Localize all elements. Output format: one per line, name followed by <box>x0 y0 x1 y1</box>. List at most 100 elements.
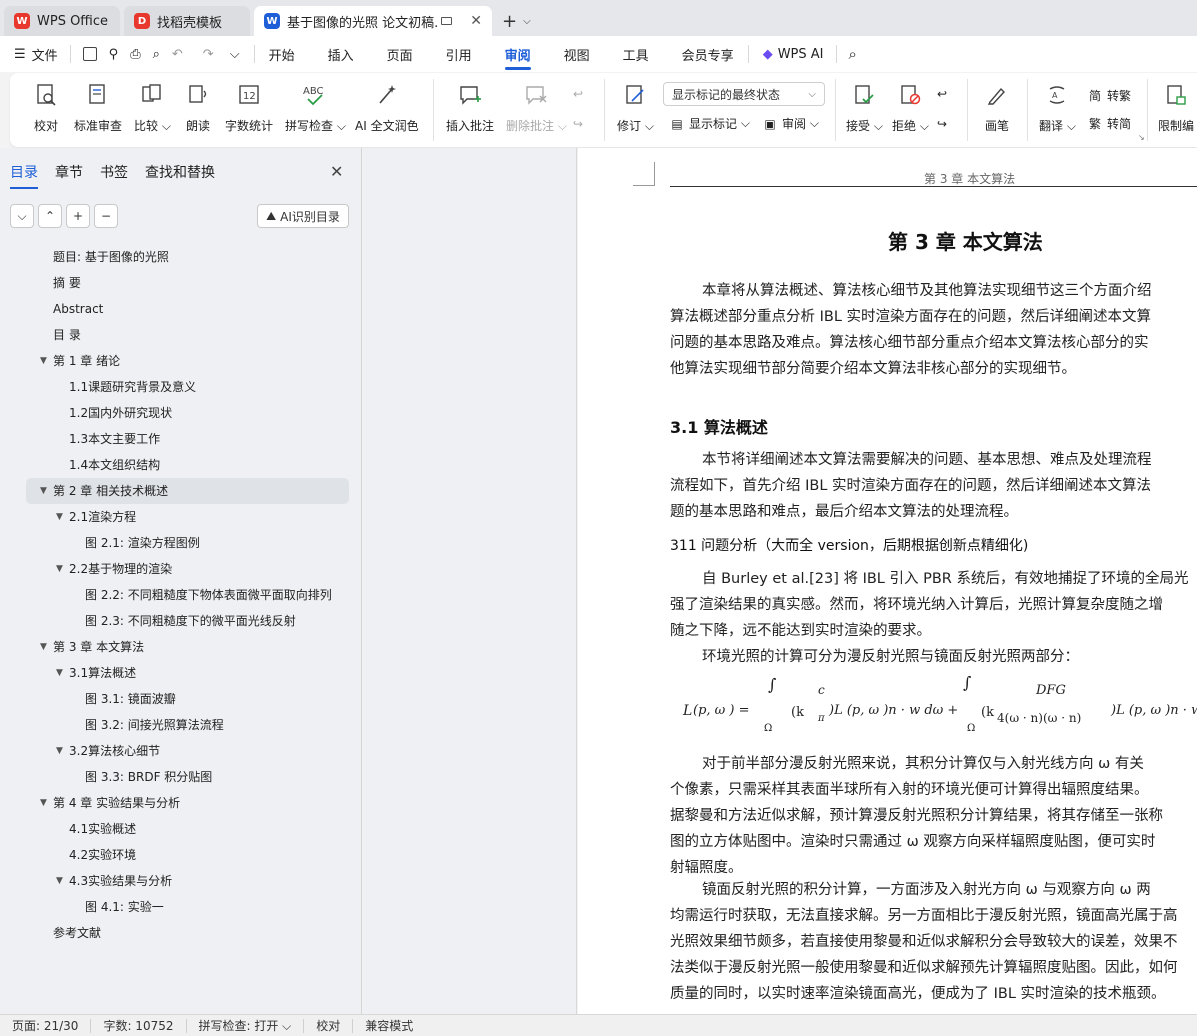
toc-item[interactable]: ▼ 第 1 章 绪论 <box>0 348 362 374</box>
previous-comment-icon[interactable]: ↩ <box>573 87 583 101</box>
proofread-status[interactable]: 校对 <box>304 1018 354 1033</box>
toc-item[interactable]: 图 3.1: 镜面波瓣 <box>0 686 362 712</box>
review-pane-button[interactable]: ▣ 审阅 ⌵ <box>762 115 819 132</box>
toc-item[interactable]: 目 录 <box>0 322 362 348</box>
standard-review-button[interactable]: 标准审查 <box>74 81 122 134</box>
tab-wps-office[interactable]: W WPS Office <box>4 6 120 36</box>
menu-page[interactable]: 页面 <box>387 36 413 72</box>
close-pane-icon[interactable]: ✕ <box>330 162 343 181</box>
document-page[interactable]: 第 3 章 本文算法 第 3 章 本文算法 本章将从算法概述、算法核心细节及其他… <box>578 148 1197 1014</box>
toc-item[interactable]: ▼ 3.1算法概述 <box>0 660 362 686</box>
show-markup-button[interactable]: ▤ 显示标记 ⌵ <box>669 115 750 132</box>
tab-current-document[interactable]: W 基于图像的光照 论文初稿.do ✕ <box>254 6 492 36</box>
menu-member[interactable]: 会员专享 <box>682 36 734 72</box>
save-icon[interactable] <box>82 36 97 72</box>
expand-arrow-icon[interactable]: ▼ <box>40 478 47 504</box>
expand-arrow-icon[interactable]: ▼ <box>56 660 63 686</box>
toc-item[interactable]: 1.4本文组织结构 <box>0 452 362 478</box>
read-aloud-button[interactable]: 朗读 <box>185 81 211 134</box>
expand-arrow-icon[interactable]: ▼ <box>56 556 63 582</box>
toc-item[interactable]: ▼ 2.1渲染方程 <box>0 504 362 530</box>
toc-item[interactable]: 图 3.3: BRDF 积分贴图 <box>0 764 362 790</box>
previous-change-icon[interactable]: ↩ <box>937 87 947 101</box>
ai-polish-button[interactable]: AI 全文润色 <box>355 81 419 134</box>
to-traditional-button[interactable]: 简 转繁 <box>1087 87 1131 104</box>
toc-item[interactable]: ▼ 第 2 章 相关技术概述 <box>26 478 349 504</box>
expand-arrow-icon[interactable]: ▼ <box>40 790 47 816</box>
expand-arrow-icon[interactable]: ▼ <box>40 634 47 660</box>
menu-wps-ai[interactable]: ◆ WPS AI <box>763 36 824 72</box>
tab-docer-templates[interactable]: D 找稻壳模板 <box>124 6 250 36</box>
insert-comment-button[interactable]: 插入批注 <box>446 81 494 134</box>
markup-display-select[interactable]: 显示标记的最终状态 ⌵ <box>663 82 825 106</box>
close-tab-icon[interactable]: ✕ <box>470 13 482 29</box>
new-tab-button[interactable]: + ⌵ <box>502 6 531 36</box>
toc-item[interactable]: 题目: 基于图像的光照 <box>0 244 362 270</box>
word-count-button[interactable]: 12 字数统计 <box>225 81 273 134</box>
expand-arrow-icon[interactable]: ▼ <box>40 348 47 374</box>
pen-button[interactable]: 画笔 <box>984 81 1010 134</box>
track-changes-button[interactable]: 修订 ⌵ <box>617 81 654 134</box>
expand-arrow-icon[interactable]: ▼ <box>56 738 63 764</box>
toc-item[interactable]: ▼ 第 3 章 本文算法 <box>0 634 362 660</box>
toc-item[interactable]: 1.3本文主要工作 <box>0 426 362 452</box>
redo-icon[interactable]: ↷ <box>203 36 214 72</box>
delete-comment-button[interactable]: 删除批注 ⌵ <box>506 81 567 134</box>
proofread-button[interactable]: 校对 <box>33 81 59 134</box>
tab-bookmarks[interactable]: 书签 <box>100 162 128 182</box>
toc-item[interactable]: 图 3.2: 间接光照算法流程 <box>0 712 362 738</box>
compare-button[interactable]: 比较 ⌵ <box>134 81 171 134</box>
ai-toc-button[interactable]: ⛰ AI识别目录 <box>257 204 349 228</box>
expand-up-button[interactable]: ⌃ <box>38 204 62 228</box>
share-icon[interactable]: ⚲ <box>109 36 119 72</box>
toc-item[interactable]: 图 4.1: 实验一 <box>0 894 362 920</box>
chevron-down-icon[interactable]: ⌵ <box>523 16 531 27</box>
menu-insert[interactable]: 插入 <box>328 36 354 72</box>
collapse-all-button[interactable]: ⌵ <box>10 204 34 228</box>
toc-item[interactable]: ▼ 第 4 章 实验结果与分析 <box>0 790 362 816</box>
reject-button[interactable]: 拒绝 ⌵ <box>892 81 929 134</box>
toc-item[interactable]: ▼ 2.2基于物理的渲染 <box>0 556 362 582</box>
more-chevron-icon[interactable]: ⌵ <box>230 36 240 72</box>
spell-check-button[interactable]: ABC 拼写检查 ⌵ <box>285 81 346 134</box>
toc-item[interactable]: 1.2国内外研究现状 <box>0 400 362 426</box>
toc-item[interactable]: 图 2.2: 不同粗糙度下物体表面微平面取向排列 <box>0 582 362 608</box>
toc-item[interactable]: 参考文献 <box>0 920 362 946</box>
expand-arrow-icon[interactable]: ▼ <box>56 504 63 530</box>
word-count-indicator[interactable]: 字数: 10752 <box>91 1018 187 1033</box>
toc-item[interactable]: 摘 要 <box>0 270 362 296</box>
undo-icon[interactable]: ↶ <box>172 36 183 72</box>
toc-item[interactable]: Abstract <box>0 296 362 322</box>
toc-item[interactable]: ▼ 4.3实验结果与分析 <box>0 868 362 894</box>
menu-tools[interactable]: 工具 <box>623 36 649 72</box>
toc-item[interactable]: 4.2实验环境 <box>0 842 362 868</box>
tab-find-replace[interactable]: 查找和替换 <box>145 162 215 182</box>
next-comment-icon[interactable]: ↪ <box>573 117 583 131</box>
expand-arrow-icon[interactable]: ▼ <box>56 868 63 894</box>
toc-item[interactable]: 图 2.3: 不同粗糙度下的微平面光线反射 <box>0 608 362 634</box>
menu-references[interactable]: 引用 <box>446 36 472 72</box>
menu-home[interactable]: 开始 <box>269 36 295 72</box>
toc-item[interactable]: ▼ 3.2算法核心细节 <box>0 738 362 764</box>
tab-sections[interactable]: 章节 <box>55 162 83 182</box>
translate-button[interactable]: A 翻译 ⌵ <box>1039 81 1076 134</box>
to-simplified-button[interactable]: 繁 转简 <box>1087 115 1131 132</box>
menu-file[interactable]: 文件 <box>32 36 58 72</box>
menu-review[interactable]: 审阅 <box>504 36 531 72</box>
expand-group-icon[interactable]: ↘ <box>1138 133 1145 142</box>
hamburger-menu-icon[interactable]: ☰ <box>14 36 26 72</box>
remove-heading-button[interactable]: − <box>94 204 118 228</box>
add-heading-button[interactable]: + <box>66 204 90 228</box>
toc-item[interactable]: 图 2.1: 渲染方程图例 <box>0 530 362 556</box>
print-icon[interactable]: ⎙ <box>130 36 140 72</box>
tab-toc[interactable]: 目录 <box>10 162 38 189</box>
print-preview-icon[interactable]: ⌕ <box>153 36 160 72</box>
toc-item[interactable]: 4.1实验概述 <box>0 816 362 842</box>
toc-item[interactable]: 1.1课题研究背景及意义 <box>0 374 362 400</box>
search-icon[interactable]: ⌕ <box>849 36 857 72</box>
restrict-editing-button[interactable]: 限制编 <box>1158 81 1194 134</box>
next-change-icon[interactable]: ↪ <box>937 117 947 131</box>
page-indicator[interactable]: 页面: 21/30 <box>0 1018 92 1033</box>
spell-check-status[interactable]: 拼写检查: 打开 ⌵ <box>187 1018 305 1033</box>
accept-button[interactable]: 接受 ⌵ <box>846 81 883 134</box>
